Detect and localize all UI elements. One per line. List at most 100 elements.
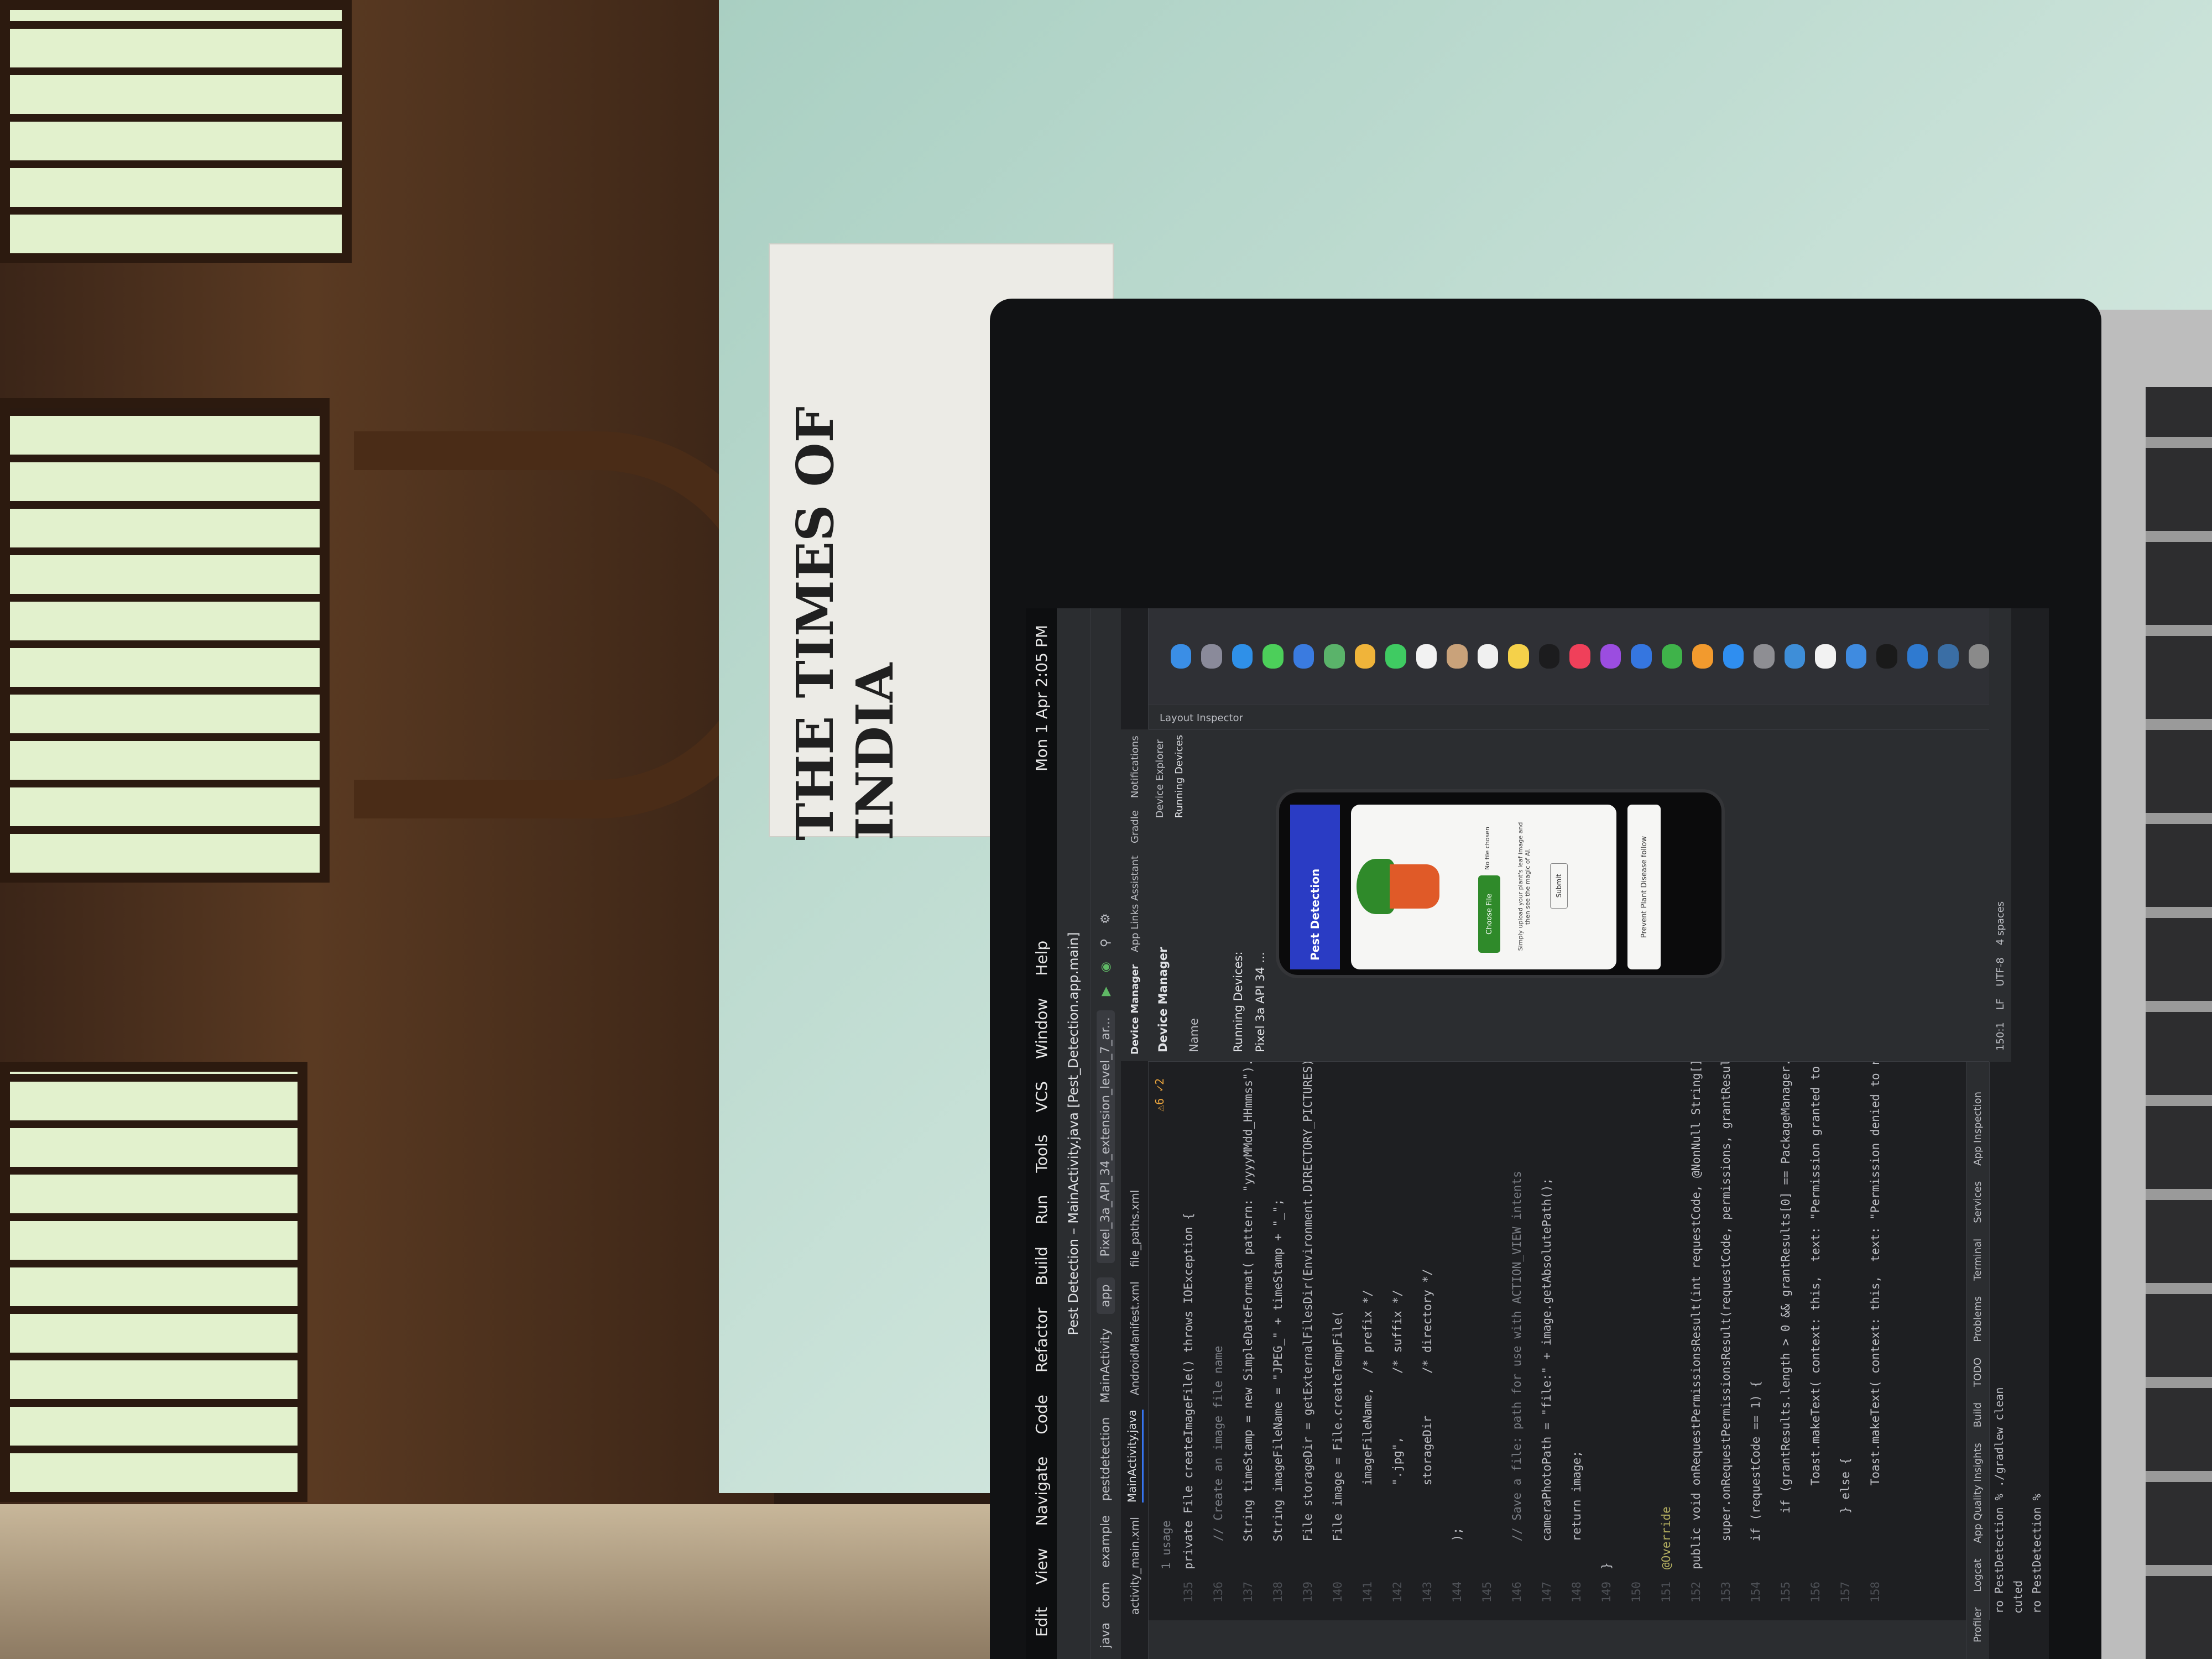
tool-app-quality-insights[interactable]: App Quality Insights <box>1972 1443 1984 1543</box>
tab-gradle[interactable]: Gradle <box>1129 810 1141 843</box>
tool-todo[interactable]: TODO <box>1972 1358 1984 1387</box>
tool-build[interactable]: Build <box>1972 1402 1984 1427</box>
submit-button[interactable]: Submit <box>1550 863 1568 909</box>
tool-app-inspection[interactable]: App Inspection <box>1972 1092 1984 1166</box>
run-icon[interactable]: ▶ <box>1099 987 1113 996</box>
tab-notifications[interactable]: Notifications <box>1129 735 1141 798</box>
tab-mainactivity-java[interactable]: MainActivity.java <box>1125 1410 1144 1503</box>
mac-menu-bar: Edit View Navigate Code Refactor Build R… <box>1026 608 1057 1659</box>
tab-file-paths-xml[interactable]: file_paths.xml <box>1128 1190 1141 1267</box>
podcasts-icon[interactable] <box>1600 644 1621 669</box>
code-line: 149} <box>1600 1562 1613 1603</box>
facetime-icon[interactable] <box>1385 644 1406 669</box>
breadcrumb-mainactivity[interactable]: MainActivity <box>1099 1328 1113 1403</box>
numbers-icon[interactable] <box>1661 644 1683 669</box>
window-grille-top <box>0 0 352 263</box>
xcode-icon[interactable] <box>1845 644 1867 669</box>
preview-icon[interactable] <box>1784 644 1806 669</box>
python-icon[interactable] <box>1938 644 1959 669</box>
calendar-icon[interactable] <box>1416 644 1437 669</box>
running-device-tab[interactable]: Pixel 3a API 34 ... <box>1254 952 1267 1052</box>
code-line: 158 Toast.makeText( context: this, text:… <box>1869 919 1882 1603</box>
maps-icon[interactable] <box>1324 644 1345 669</box>
debug-icon[interactable]: ◉ <box>1099 962 1113 972</box>
terminal-icon[interactable] <box>1876 644 1897 669</box>
project-tool-strip[interactable] <box>1149 1620 1989 1659</box>
breadcrumb-java[interactable]: java <box>1099 1623 1113 1648</box>
terminal-panel[interactable]: ro PestDetection % ./gradlew clean cuted… <box>1989 1029 2049 1620</box>
breadcrumb-com[interactable]: com <box>1099 1582 1113 1608</box>
notes-icon[interactable] <box>1508 644 1529 669</box>
device-select[interactable]: Pixel_3a_API_34_extension_level_7_ar... <box>1097 1010 1115 1264</box>
breadcrumb-example[interactable]: example <box>1099 1515 1113 1568</box>
tv-icon[interactable] <box>1538 644 1560 669</box>
code-editor[interactable]: ⚠6 ✓2 1 usage 135private File createImag… <box>1149 919 1989 1620</box>
layout-inspector-tab[interactable]: Layout Inspector <box>1160 712 1243 724</box>
upload-help-text: Simply upload your plant's leaf image an… <box>1517 822 1531 951</box>
code-line: 145 <box>1480 1582 1494 1603</box>
cursor-position[interactable]: 150:1 <box>1995 1022 2006 1051</box>
tab-activity-main-xml[interactable]: activity_main.xml <box>1128 1517 1141 1615</box>
laptop-keyboard <box>2146 387 2212 1659</box>
menubar-clock[interactable]: Mon 1 Apr 2:05 PM <box>1032 625 1051 771</box>
indent-setting[interactable]: 4 spaces <box>1995 901 2006 945</box>
keynote-icon[interactable] <box>1631 644 1652 669</box>
tool-problems[interactable]: Problems <box>1972 1296 1984 1342</box>
run-config-select[interactable]: app <box>1097 1277 1115 1314</box>
file-encoding[interactable]: UTF-8 <box>1995 957 2006 986</box>
menu-view[interactable]: View <box>1032 1548 1051 1584</box>
line-separator[interactable]: LF <box>1995 999 2006 1010</box>
safari-icon[interactable] <box>1232 644 1253 669</box>
code-line: 147 cameraPhotoPath = "file:" + image.ge… <box>1540 1177 1553 1603</box>
menu-window[interactable]: Window <box>1032 998 1051 1059</box>
reminders-icon[interactable] <box>1477 644 1499 669</box>
finder-icon[interactable] <box>1171 644 1192 669</box>
tab-device-manager[interactable]: Device Manager <box>1129 964 1141 1055</box>
tab-device-explorer[interactable]: Device Explorer <box>1154 735 1166 818</box>
vscode-icon[interactable] <box>1907 644 1928 669</box>
tool-logcat[interactable]: Logcat <box>1972 1558 1984 1592</box>
device-explorer-tabs: Device Explorer Running Devices <box>1154 735 1185 818</box>
messages-icon[interactable] <box>1262 644 1284 669</box>
mail-icon[interactable] <box>1293 644 1314 669</box>
menu-refactor[interactable]: Refactor <box>1032 1308 1051 1373</box>
search-icon[interactable]: ⚲ <box>1099 938 1113 947</box>
tool-tabs-top: Device Manager App Links Assistant Gradl… <box>1121 729 1149 1061</box>
menu-navigate[interactable]: Navigate <box>1032 1457 1051 1526</box>
choose-file-button[interactable]: Choose File <box>1478 875 1500 953</box>
status-bar: 150:1 LF UTF-8 4 spaces <box>1989 608 2011 1062</box>
app-store-icon[interactable] <box>1723 644 1744 669</box>
app-title: Pest Detection <box>1308 868 1322 961</box>
settings-icon[interactable]: ⚙ <box>1099 913 1113 924</box>
photos-icon[interactable] <box>1354 644 1376 669</box>
tool-profiler[interactable]: Profiler <box>1972 1608 1984 1642</box>
launchpad-icon[interactable] <box>1201 644 1222 669</box>
running-devices-label: Running Devices: <box>1232 951 1245 1052</box>
music-icon[interactable] <box>1569 644 1590 669</box>
tab-androidmanifest-xml[interactable]: AndroidManifest.xml <box>1128 1281 1141 1395</box>
system-settings-icon[interactable] <box>1754 644 1775 669</box>
trash-icon[interactable] <box>1968 644 1990 669</box>
menu-vcs[interactable]: VCS <box>1032 1081 1051 1112</box>
breadcrumb-pestdetection[interactable]: pestdetection <box>1099 1417 1113 1501</box>
menu-build[interactable]: Build <box>1032 1246 1051 1285</box>
tab-app-links-assistant[interactable]: App Links Assistant <box>1129 855 1141 952</box>
name-column-header[interactable]: Name <box>1187 1018 1201 1052</box>
menu-help[interactable]: Help <box>1032 941 1051 976</box>
menu-tools[interactable]: Tools <box>1032 1135 1051 1173</box>
menu-run[interactable]: Run <box>1032 1195 1051 1225</box>
menu-edit[interactable]: Edit <box>1032 1607 1051 1637</box>
tool-terminal[interactable]: Terminal <box>1972 1239 1984 1281</box>
tab-running-devices[interactable]: Running Devices <box>1173 735 1185 818</box>
mac-dock <box>1149 608 1990 705</box>
emulator-phone[interactable]: Pest Detection Choose File No file chose… <box>1276 789 1725 978</box>
code-line: 140 File image = File.createTempFile( <box>1331 1311 1344 1603</box>
contacts-icon[interactable] <box>1447 644 1468 669</box>
app-toolbar: Pest Detection <box>1290 805 1340 969</box>
chrome-icon[interactable] <box>1815 644 1836 669</box>
pages-icon[interactable] <box>1692 644 1713 669</box>
tool-services[interactable]: Services <box>1972 1181 1984 1223</box>
code-line: 135private File createImageFile() throws… <box>1182 1213 1195 1603</box>
code-line: 154 if (requestCode == 1) { <box>1749 1380 1762 1603</box>
menu-code[interactable]: Code <box>1032 1395 1051 1434</box>
